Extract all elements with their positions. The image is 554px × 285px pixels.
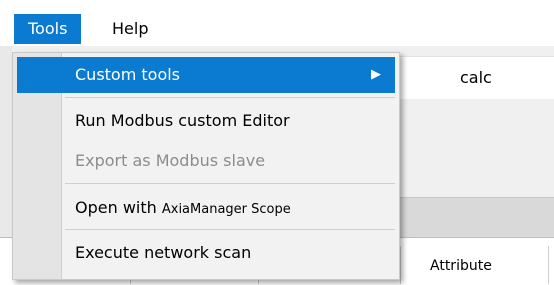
menu-help-label: Help [112,19,149,38]
menu-item-run-modbus-editor[interactable]: Run Modbus custom Editor [17,103,395,139]
menu-item-open-with-scope[interactable]: Open with AxiaManager Scope [17,190,395,226]
menu-item-label: Execute network scan [75,243,252,262]
menu-item-execute-network-scan[interactable]: Execute network scan [17,235,395,271]
open-with-app-name: AxiaManager Scope [161,202,291,217]
menu-separator [65,97,395,98]
open-with-prefix: Open with [75,198,157,217]
menu-help[interactable]: Help [98,14,162,44]
table-column-divider[interactable] [400,246,401,284]
expression-field-value: calc [460,68,492,87]
menu-separator [65,229,395,230]
background-toolbar [400,197,554,238]
background-panel [400,99,554,197]
menubar: Tools Help [0,0,554,46]
tools-dropdown-menu: Custom tools ▶ Run Modbus custom Editor … [12,52,400,280]
menu-separator [65,183,395,184]
menu-tools[interactable]: Tools [14,14,82,44]
menu-item-custom-tools[interactable]: Custom tools ▶ [17,57,395,93]
menu-item-label: Open with AxiaManager Scope [75,190,291,228]
menu-item-label: Export as Modbus slave [75,151,266,170]
menu-item-label: Run Modbus custom Editor [75,111,290,130]
menu-item-label: Custom tools [75,65,181,84]
table-column-divider[interactable] [548,246,549,284]
menu-tools-label: Tools [28,19,68,38]
column-header-attribute[interactable]: Attribute [430,258,492,274]
submenu-arrow-icon: ▶ [371,67,381,82]
menu-item-export-modbus-slave[interactable]: Export as Modbus slave [17,143,395,179]
